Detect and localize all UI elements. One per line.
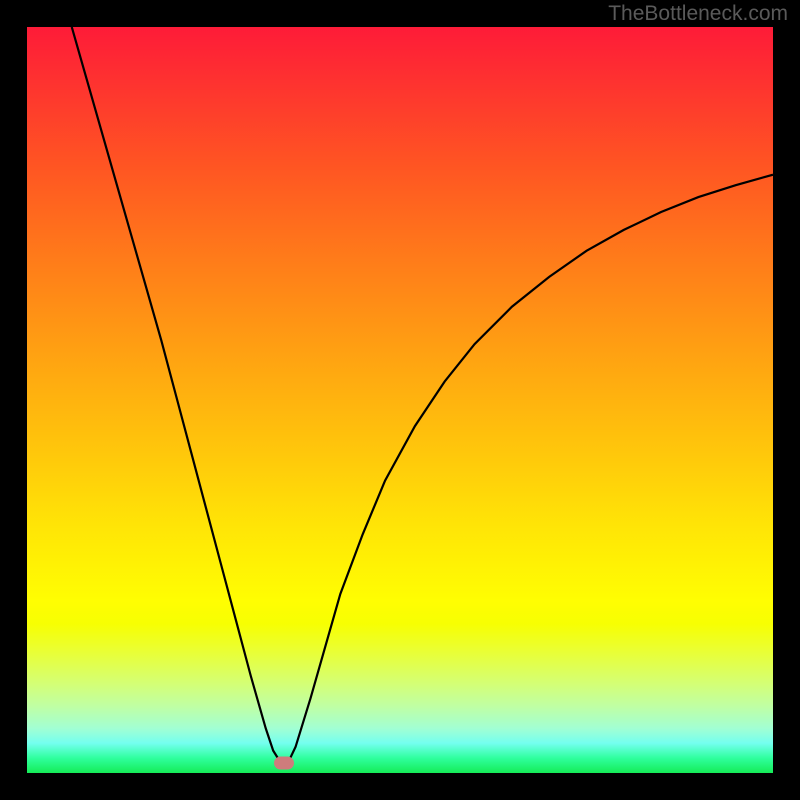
- bottleneck-curve: [27, 27, 773, 773]
- attribution-watermark: TheBottleneck.com: [608, 2, 788, 26]
- chart-plot-area: [27, 27, 773, 773]
- optimal-point-marker: [274, 756, 294, 769]
